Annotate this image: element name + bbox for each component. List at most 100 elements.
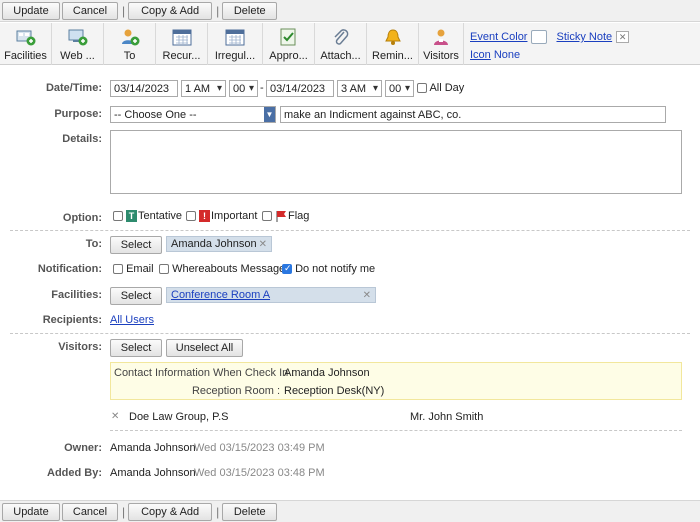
added-by-label: Added By: [47,467,102,479]
whereabouts-checkbox[interactable] [159,264,169,275]
copy-add-button[interactable]: Copy & Add [128,502,213,521]
visitors-label: Visitors: [58,341,102,353]
start-date-input[interactable]: 03/14/2023 [110,80,178,97]
start-hour-select[interactable]: 1 AM [181,80,226,97]
visitor-company: Doe Law Group, P.S [129,411,229,423]
delete-button[interactable]: Delete [222,1,278,20]
notif-email-option[interactable]: Email [113,263,154,275]
tool-label: Facilities [4,50,47,62]
all-day-checkbox[interactable] [417,83,427,94]
do-not-notify-checkbox[interactable] [282,263,292,275]
owner-name: Amanda Johnson [110,442,196,454]
divider [10,333,690,334]
end-date-input[interactable]: 03/14/2023 [266,80,334,97]
tentative-label: Tentative [138,210,183,222]
to-select-button[interactable]: Select [110,236,162,254]
remove-visitor-icon[interactable]: ✕ [111,411,119,422]
tentative-checkbox[interactable] [113,211,123,221]
tool-attach[interactable]: Attach... [315,23,367,65]
web-meeting-icon [68,27,88,47]
notif-do-not-notify-option[interactable]: Do not notify me [282,263,375,275]
delete-button[interactable]: Delete [222,502,278,521]
end-hour-select[interactable]: 3 AM [337,80,382,97]
visitors-select-button[interactable]: Select [110,339,162,357]
tool-web[interactable]: Web ... [52,23,104,65]
tool-facilities[interactable]: Facilities [0,23,52,65]
important-icon: ! [199,210,210,222]
flag-icon [275,210,287,222]
added-by-time: Wed 03/15/2023 03:48 PM [194,467,325,479]
purpose-select-value: -- Choose One -- [114,108,197,121]
option-important[interactable]: ! Important [186,210,257,222]
icon-link[interactable]: Icon [470,49,491,61]
end-minute-select[interactable]: 00 [385,80,414,97]
cancel-button[interactable]: Cancel [62,502,118,521]
details-label: Details: [62,133,102,145]
tool-irregular[interactable]: Irregul... [208,23,263,65]
option-tentative[interactable]: T Tentative [113,210,182,222]
calendar-icon [225,27,245,47]
remove-icon[interactable]: ✕ [259,239,267,250]
sticky-note-link[interactable]: Sticky Note [556,27,612,47]
update-button[interactable]: Update [2,1,60,20]
remove-icon[interactable]: ✕ [363,290,371,301]
tool-approval[interactable]: Appro... [263,23,315,65]
visitor-icon [431,27,451,47]
facilities-select-button[interactable]: Select [110,287,162,305]
details-textarea[interactable] [110,130,682,194]
tool-label: Attach... [320,50,361,62]
important-label: Important [211,210,258,222]
do-not-notify-label: Do not notify me [295,263,376,275]
start-minute-select[interactable]: 00 [229,80,258,97]
important-checkbox[interactable] [186,211,196,221]
divider [10,230,690,231]
datetime-label: Date/Time: [45,82,102,94]
recipients-link[interactable]: All Users [110,314,154,326]
flag-checkbox[interactable] [262,211,272,221]
start-minute-value: 00 [233,82,246,95]
visitor-name: Mr. John Smith [410,411,484,423]
facilities-icon [16,27,36,47]
copy-add-button[interactable]: Copy & Add [128,1,213,20]
all-day-label: All Day [429,82,465,94]
whereabouts-label: Whereabouts Message [172,263,286,275]
unselect-all-button[interactable]: Unselect All [166,339,243,357]
bottom-action-bar: Update Cancel | Copy & Add | Delete [0,500,700,522]
clear-sticky-icon[interactable]: ✕ [616,31,630,43]
purpose-select[interactable]: -- Choose One -- ▼ [110,106,276,123]
facility-chip: Conference Room A ✕ [166,287,376,303]
facility-link[interactable]: Conference Room A [171,289,270,301]
contact-label: Contact Information When Check In : [114,367,295,379]
recipients-label: Recipients: [42,314,102,326]
add-user-icon [120,27,140,47]
update-button[interactable]: Update [2,502,60,521]
to-label: To: [85,238,102,250]
bell-icon [383,27,403,47]
tool-to[interactable]: To [104,23,156,65]
event-color-swatch[interactable] [531,30,548,44]
notif-whereabouts-option[interactable]: Whereabouts Message [159,263,285,275]
end-hour-value: 3 AM [341,82,367,95]
start-hour-value: 1 AM [185,82,211,95]
top-action-bar: Update Cancel | Copy & Add | Delete [0,0,700,22]
email-label: Email [126,263,154,275]
all-day-option[interactable]: All Day [417,82,464,94]
reception-label: Reception Room : [191,385,280,397]
range-dash: - [260,82,264,94]
tool-recur[interactable]: Recur... [156,23,208,65]
tool-visitors[interactable]: Visitors [419,23,464,65]
paperclip-icon [331,27,351,47]
tool-label: To [123,50,136,62]
email-checkbox[interactable] [113,264,123,275]
option-label: Option: [62,212,102,224]
flag-label: Flag [288,210,310,222]
purpose-text-input[interactable]: make an Indicment against ABC, co. [280,106,666,123]
option-flag[interactable]: Flag [262,210,309,222]
event-color-link[interactable]: Event Color [470,27,527,47]
notification-label: Notification: [37,263,102,275]
toolbar-extra: Event Color Sticky Note ✕ Icon None [464,23,630,64]
added-by-name: Amanda Johnson [110,467,196,479]
purpose-label: Purpose: [54,108,102,120]
cancel-button[interactable]: Cancel [62,1,118,20]
tool-reminder[interactable]: Remin... [367,23,419,65]
